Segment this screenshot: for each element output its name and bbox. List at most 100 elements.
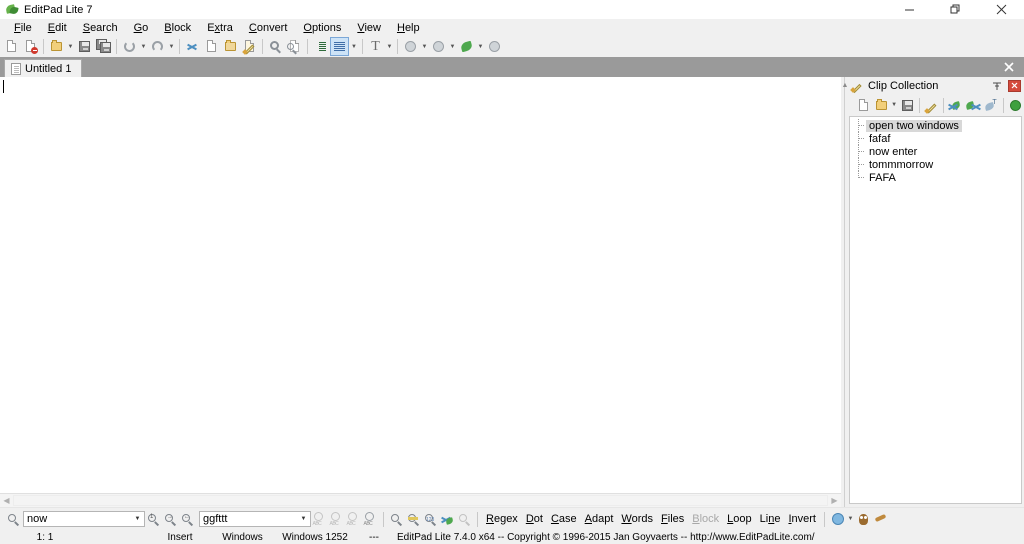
scroll-left-icon[interactable]: ◀: [0, 494, 13, 507]
replace-next-icon[interactable]: ABC: [328, 510, 345, 529]
close-tab-icon[interactable]: [1002, 60, 1016, 74]
cut-icon[interactable]: [183, 37, 202, 56]
new-clip-icon[interactable]: [855, 96, 873, 115]
clip-list[interactable]: open two windows fafaf now enter tommmor…: [849, 116, 1022, 504]
open-file-dropdown-icon[interactable]: ▼: [66, 37, 75, 56]
back-icon[interactable]: [401, 37, 420, 56]
close-clip-panel-icon[interactable]: [1008, 79, 1021, 92]
count-matches-icon[interactable]: [388, 510, 405, 529]
replace-all-icon[interactable]: ABC: [362, 510, 379, 529]
search-web-icon[interactable]: [829, 510, 846, 529]
close-file-icon[interactable]: [21, 37, 40, 56]
close-button[interactable]: [978, 0, 1024, 19]
font-dropdown-icon[interactable]: ▼: [385, 37, 394, 56]
owl-icon[interactable]: [855, 510, 872, 529]
paste-icon[interactable]: [221, 37, 240, 56]
save-collection-icon[interactable]: [898, 96, 916, 115]
status-line-break[interactable]: Windows: [210, 530, 275, 544]
select-matches-icon[interactable]: [456, 510, 473, 529]
clip-list-item[interactable]: fafaf: [850, 132, 1021, 145]
insert-clip-icon[interactable]: T: [982, 96, 1000, 115]
edit-clip-icon[interactable]: [923, 96, 941, 115]
option-dot[interactable]: Dot: [522, 513, 547, 525]
option-regex[interactable]: Regex: [482, 513, 522, 525]
forward-dropdown-icon[interactable]: ▼: [448, 37, 457, 56]
option-loop[interactable]: Loop: [723, 513, 755, 525]
highlight-matches-icon[interactable]: [405, 510, 422, 529]
panel-splitter[interactable]: ▲: [841, 77, 848, 507]
search-web-dropdown-icon[interactable]: ▼: [846, 510, 855, 529]
menu-file[interactable]: File: [6, 20, 40, 36]
replace-combo[interactable]: ▼: [199, 511, 311, 527]
font-icon[interactable]: T: [366, 37, 385, 56]
restore-button[interactable]: [932, 0, 978, 19]
redo-icon[interactable]: [148, 37, 167, 56]
cut-clip-icon[interactable]: [947, 96, 965, 115]
find-next-icon[interactable]: →: [162, 510, 179, 529]
find-replace-icon[interactable]: [285, 37, 304, 56]
cut-matches-icon[interactable]: [439, 510, 456, 529]
menu-convert[interactable]: Convert: [241, 20, 296, 36]
menu-edit[interactable]: Edit: [40, 20, 75, 36]
word-wrap-dropdown-icon[interactable]: ▼: [349, 37, 359, 56]
save-file-icon[interactable]: [75, 37, 94, 56]
search-icon[interactable]: [3, 509, 23, 529]
open-file-icon[interactable]: [47, 37, 66, 56]
replace-first-icon[interactable]: ABC: [311, 510, 328, 529]
menu-go[interactable]: Go: [126, 20, 157, 36]
option-line[interactable]: Line: [756, 513, 785, 525]
edit-clip-icon[interactable]: [240, 37, 259, 56]
back-dropdown-icon[interactable]: ▼: [420, 37, 429, 56]
find-previous-icon[interactable]: ←: [179, 510, 196, 529]
status-insert-mode[interactable]: Insert: [150, 530, 210, 544]
scroll-right-icon[interactable]: ▶: [828, 494, 841, 507]
status-encoding[interactable]: Windows 1252: [275, 530, 355, 544]
option-case[interactable]: Case: [547, 513, 581, 525]
forward-icon[interactable]: [429, 37, 448, 56]
pin-icon[interactable]: [991, 80, 1003, 92]
leaf-icon[interactable]: [457, 37, 476, 56]
indent-icon[interactable]: [311, 37, 330, 56]
new-file-icon[interactable]: [2, 37, 21, 56]
copy-icon[interactable]: [202, 37, 221, 56]
magic-wand-icon[interactable]: [872, 510, 889, 529]
collapse-panel-icon[interactable]: ▲: [841, 81, 849, 91]
word-wrap-icon[interactable]: [330, 37, 349, 56]
option-words[interactable]: Words: [617, 513, 657, 525]
option-adapt[interactable]: Adapt: [581, 513, 618, 525]
open-collection-dropdown-icon[interactable]: ▼: [890, 96, 898, 115]
find-icon[interactable]: [266, 37, 285, 56]
clip-list-item[interactable]: open two windows: [850, 119, 1021, 132]
clip-list-item[interactable]: FAFA: [850, 171, 1021, 184]
option-invert[interactable]: Invert: [784, 513, 820, 525]
redo-dropdown-icon[interactable]: ▼: [167, 37, 176, 56]
menu-help[interactable]: Help: [389, 20, 428, 36]
replace-previous-icon[interactable]: ABC: [345, 510, 362, 529]
replace-dropdown-icon[interactable]: ▼: [297, 512, 310, 526]
replace-input[interactable]: [200, 512, 297, 526]
option-files[interactable]: Files: [657, 513, 688, 525]
menu-view[interactable]: View: [349, 20, 389, 36]
find-input[interactable]: [24, 512, 131, 526]
clip-list-item[interactable]: now enter: [850, 145, 1021, 158]
globe-icon[interactable]: [485, 37, 504, 56]
menu-options[interactable]: Options: [295, 20, 349, 36]
horizontal-scrollbar[interactable]: ◀ ▶: [0, 493, 841, 507]
clip-list-item[interactable]: tommmorrow: [850, 158, 1021, 171]
leaf-dropdown-icon[interactable]: ▼: [476, 37, 485, 56]
undo-icon[interactable]: [120, 37, 139, 56]
undo-dropdown-icon[interactable]: ▼: [139, 37, 148, 56]
menu-extra[interactable]: Extra: [199, 20, 241, 36]
globe-green-icon[interactable]: [1007, 96, 1024, 115]
save-all-icon[interactable]: [94, 37, 113, 56]
menu-block[interactable]: Block: [156, 20, 199, 36]
open-collection-icon[interactable]: [873, 96, 891, 115]
hscroll-track[interactable]: [13, 495, 828, 506]
find-combo[interactable]: ▼: [23, 511, 145, 527]
paste-clip-icon[interactable]: [965, 96, 983, 115]
find-first-icon[interactable]: 1: [145, 510, 162, 529]
find-dropdown-icon[interactable]: ▼: [131, 512, 144, 526]
number-matches-icon[interactable]: 123: [422, 510, 439, 529]
tab-untitled-1[interactable]: Untitled 1: [4, 59, 83, 77]
text-editor[interactable]: [0, 77, 841, 493]
